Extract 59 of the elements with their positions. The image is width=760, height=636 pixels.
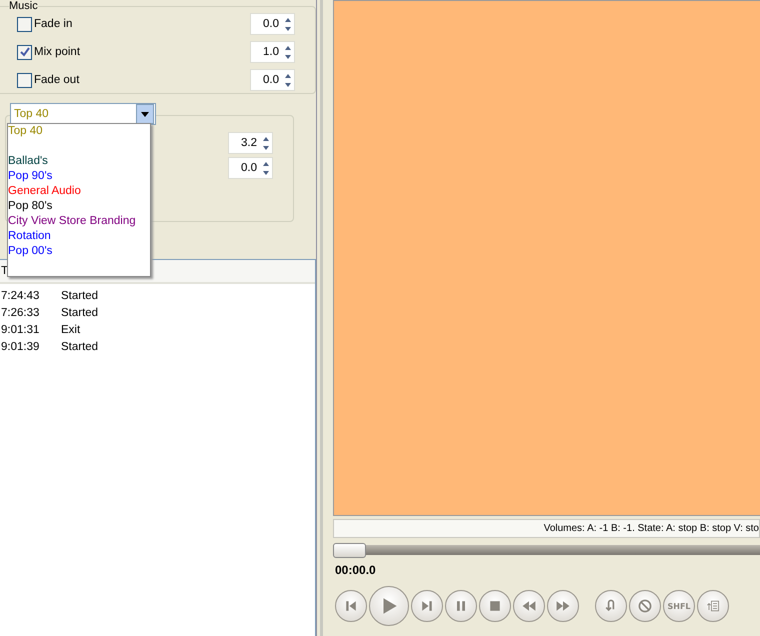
spin-down-icon[interactable] bbox=[282, 24, 294, 32]
spin-down-icon[interactable] bbox=[282, 52, 294, 60]
spin-field[interactable]: 0.0 bbox=[250, 13, 295, 35]
log-time: 9:01:31 bbox=[1, 324, 40, 336]
checkbox-label: Mix point bbox=[34, 46, 82, 58]
block-icon bbox=[637, 598, 653, 614]
dropdown-option[interactable]: General Audio bbox=[8, 184, 150, 199]
dropdown-option[interactable]: Rotation bbox=[8, 229, 150, 244]
checkbox[interactable] bbox=[17, 44, 32, 60]
spin-field[interactable]: 1.0 bbox=[250, 41, 295, 63]
checkbox[interactable] bbox=[17, 16, 32, 32]
category-dropdown[interactable]: Top 40 bbox=[10, 103, 156, 125]
time-display: 00:00.0 bbox=[335, 563, 377, 577]
log-event: Exit bbox=[61, 324, 82, 336]
spin-down-icon[interactable] bbox=[282, 80, 294, 88]
next-button[interactable] bbox=[411, 590, 443, 622]
dropdown-option[interactable]: Ballad's bbox=[8, 154, 150, 169]
spin-down-icon[interactable] bbox=[260, 144, 272, 152]
stop-icon bbox=[487, 598, 503, 614]
previous-icon bbox=[343, 598, 359, 614]
spin-up-icon[interactable] bbox=[282, 72, 294, 80]
playlist-icon bbox=[705, 598, 721, 614]
playlist-button[interactable] bbox=[697, 590, 729, 622]
dropdown-option[interactable]: Pop 80's bbox=[8, 199, 150, 214]
group-title: Music bbox=[9, 1, 38, 12]
spin-up-icon[interactable] bbox=[260, 134, 272, 142]
rewind-button[interactable] bbox=[513, 590, 545, 622]
log-time: 7:26:33 bbox=[1, 306, 40, 318]
play-button[interactable] bbox=[369, 586, 409, 626]
spin-up-icon[interactable] bbox=[282, 16, 294, 24]
log-time: 9:01:39 bbox=[1, 340, 40, 352]
next-icon bbox=[419, 598, 435, 614]
dropdown-option[interactable]: Top 40 bbox=[8, 124, 150, 154]
spin-field[interactable]: 0.0 bbox=[228, 157, 273, 179]
previous-button[interactable] bbox=[335, 590, 367, 622]
log-event: Started bbox=[61, 306, 100, 318]
dropdown-option[interactable]: Pop 00's bbox=[8, 244, 150, 259]
repeat-button[interactable] bbox=[595, 590, 627, 622]
dropdown-option[interactable]: City View Store Branding bbox=[8, 214, 150, 229]
spin-up-icon[interactable] bbox=[282, 44, 294, 52]
log-event: Started bbox=[61, 290, 100, 302]
spin-field[interactable]: 3.2 bbox=[228, 132, 273, 154]
slider-thumb[interactable] bbox=[333, 543, 366, 558]
stop-button[interactable] bbox=[479, 590, 511, 622]
status-bar: Volumes: A: -1 B: -1. State: A: stop B: stop V: sto bbox=[333, 519, 760, 538]
block-button[interactable] bbox=[629, 590, 661, 622]
fast-forward-button[interactable] bbox=[547, 590, 579, 622]
checkbox-label: Fade out bbox=[34, 74, 80, 86]
log-event: Started bbox=[61, 340, 100, 352]
pause-button[interactable] bbox=[445, 590, 477, 622]
spin-up-icon[interactable] bbox=[260, 160, 272, 168]
checkmark-icon bbox=[20, 47, 30, 57]
dropdown-option[interactable]: Pop 90's bbox=[8, 169, 150, 184]
checkbox-label: Fade in bbox=[34, 18, 74, 30]
position-slider[interactable] bbox=[333, 545, 760, 555]
checkbox[interactable] bbox=[17, 72, 32, 88]
spin-down-icon[interactable] bbox=[260, 168, 272, 176]
log-time: 7:24:43 bbox=[1, 290, 40, 302]
spin-field[interactable]: 0.0 bbox=[250, 69, 295, 91]
